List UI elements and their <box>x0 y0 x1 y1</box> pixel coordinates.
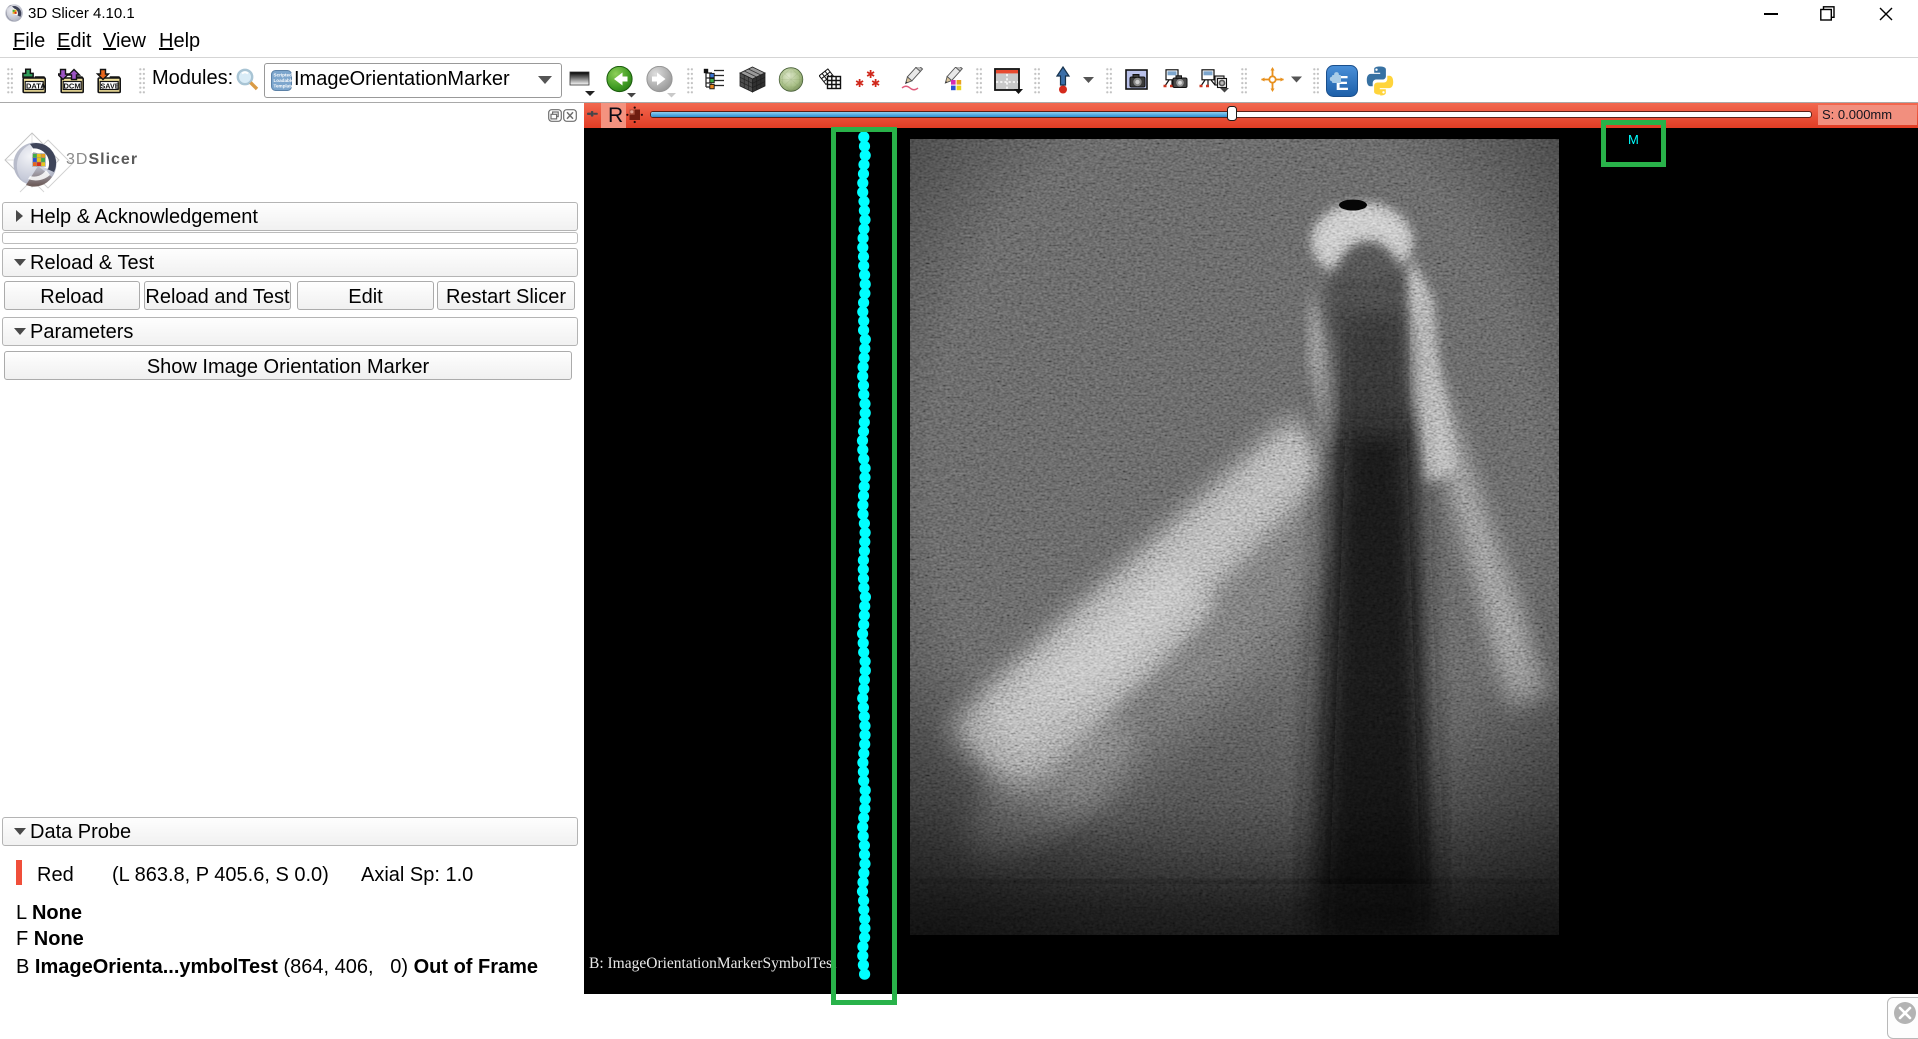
svg-text:Scripted: Scripted <box>274 73 293 78</box>
svg-text:DATA: DATA <box>26 82 46 91</box>
svg-text:Loadable: Loadable <box>274 78 293 83</box>
svg-text:SAVE: SAVE <box>101 82 120 91</box>
svg-text:Template: Template <box>274 84 293 89</box>
svg-text:DCM: DCM <box>64 82 81 91</box>
